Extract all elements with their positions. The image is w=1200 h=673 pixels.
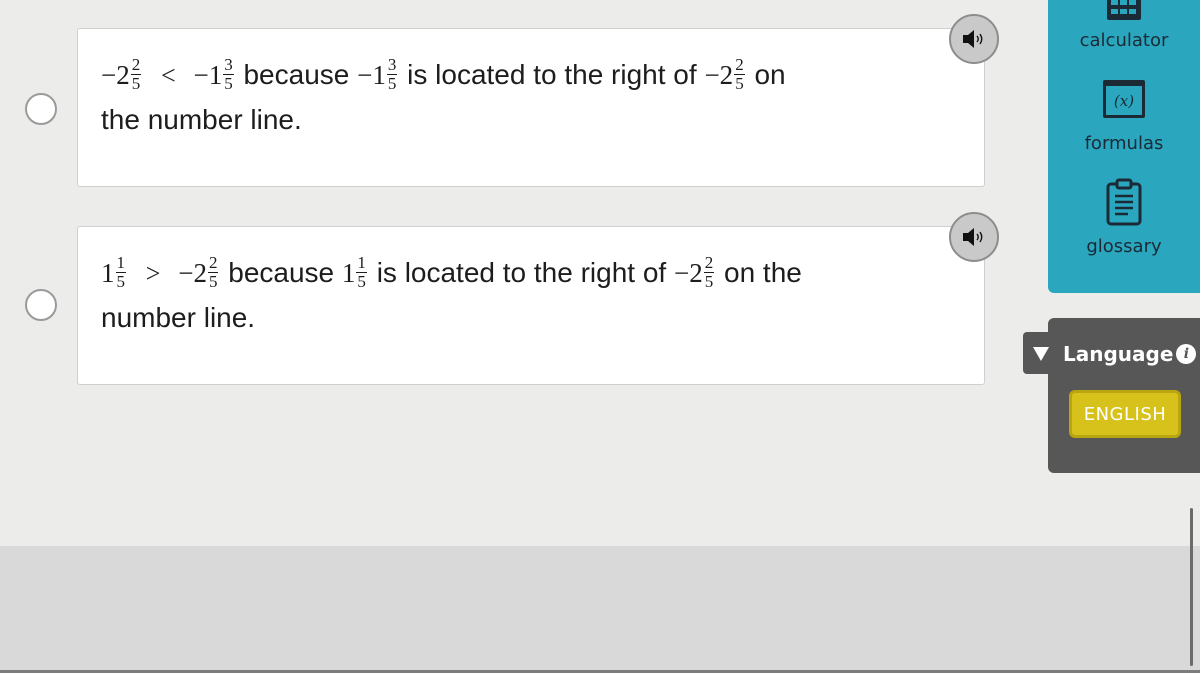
answer-option-2-text: 115 > −2 2 5 because 115 is located to the… (101, 251, 931, 340)
calculator-icon (1107, 0, 1141, 20)
info-icon[interactable]: i (1176, 344, 1197, 364)
read-aloud-button-2[interactable] (949, 212, 999, 262)
fraction-numerator: 2 (703, 253, 715, 274)
comparison-sign: > (145, 259, 161, 288)
fraction-denominator: 5 (704, 272, 714, 292)
fraction-numerator: 2 (130, 55, 142, 76)
glossary-label: glossary (1086, 236, 1162, 257)
answer-option-2-card[interactable]: 115 > −2 2 5 because 115 is located to the… (77, 226, 985, 385)
answer-option-2-radio[interactable] (25, 289, 57, 321)
fraction-denominator: 5 (224, 74, 233, 94)
text-number-line: the number line. (101, 104, 302, 135)
fraction: 35 (223, 56, 234, 93)
fraction-numerator: 2 (734, 55, 745, 76)
fraction-denominator: 5 (208, 272, 218, 292)
text-located: is located to the right of (376, 257, 667, 288)
glossary-tool[interactable]: glossary (1048, 178, 1200, 257)
formulas-tool[interactable]: (x) formulas (1048, 80, 1200, 154)
fraction-denominator: 5 (387, 74, 397, 94)
text-on-the: on the (724, 257, 802, 288)
fraction: 15 (356, 254, 367, 291)
english-language-button[interactable]: ENGLISH (1069, 390, 1181, 438)
mixed-number-whole: 1 (341, 258, 356, 288)
speaker-icon (963, 30, 983, 48)
fraction-denominator: 5 (357, 272, 366, 292)
mixed-number-whole: −1 (193, 60, 223, 90)
mixed-number-whole: −2 (673, 258, 703, 288)
formulas-label: formulas (1084, 133, 1164, 154)
comparison-sign: < (161, 61, 176, 90)
answer-option-1-text: −2 2 5 < −1 3 5 because −1 3 5 is located to t… (101, 53, 931, 142)
fraction: 25 (130, 55, 142, 94)
answer-option-1-radio[interactable] (25, 93, 57, 125)
answer-option-1-card[interactable]: −2 2 5 < −1 3 5 because −1 3 5 is located to t… (77, 28, 985, 187)
text-located: is located to the right of (407, 59, 697, 90)
text-because: because (243, 59, 350, 90)
mixed-number-whole: 1 (101, 258, 115, 288)
fraction: 35 (386, 55, 398, 94)
scrollbar-thumb[interactable] (1190, 508, 1193, 666)
mixed-number-whole: −2 (178, 258, 207, 288)
answer-option-2: 115 > −2 2 5 because 115 is located to the… (0, 212, 1000, 386)
read-aloud-button-1[interactable] (949, 14, 999, 64)
fraction-numerator: 3 (386, 55, 398, 76)
mixed-number-whole: −2 (704, 60, 734, 90)
fraction-numerator: 1 (356, 253, 367, 274)
speaker-icon (963, 228, 983, 246)
fraction-denominator: 5 (131, 74, 141, 94)
fraction-numerator: 2 (207, 253, 219, 274)
text-number-line: number line. (101, 302, 256, 333)
tools-panel: calculator (x) formulas glossary (1048, 0, 1200, 293)
footer-band (0, 546, 1200, 673)
formulas-icon: (x) (1103, 80, 1145, 118)
clipboard-icon (1106, 178, 1142, 226)
calculator-tool[interactable]: calculator (1048, 0, 1200, 51)
fraction-numerator: 3 (223, 55, 234, 76)
text-because: because (228, 257, 335, 288)
language-label: Language (1063, 342, 1174, 366)
answer-option-1: −2 2 5 < −1 3 5 because −1 3 5 is located to t… (0, 14, 1000, 188)
language-toggle[interactable]: Language i (1030, 338, 1197, 370)
mixed-number-whole: −2 (101, 60, 130, 90)
triangle-down-icon (1033, 347, 1049, 361)
fraction-numerator: 1 (115, 253, 126, 274)
fraction: 25 (734, 56, 745, 93)
text-on: on (754, 59, 786, 90)
formulas-icon-text: (x) (1113, 91, 1135, 110)
fraction: 25 (703, 253, 715, 292)
fraction: 25 (207, 253, 219, 292)
mixed-number-whole: −1 (357, 60, 386, 90)
fraction-denominator: 5 (735, 74, 744, 94)
calculator-label: calculator (1079, 30, 1169, 51)
fraction-denominator: 5 (116, 272, 126, 292)
fraction: 15 (115, 253, 126, 292)
